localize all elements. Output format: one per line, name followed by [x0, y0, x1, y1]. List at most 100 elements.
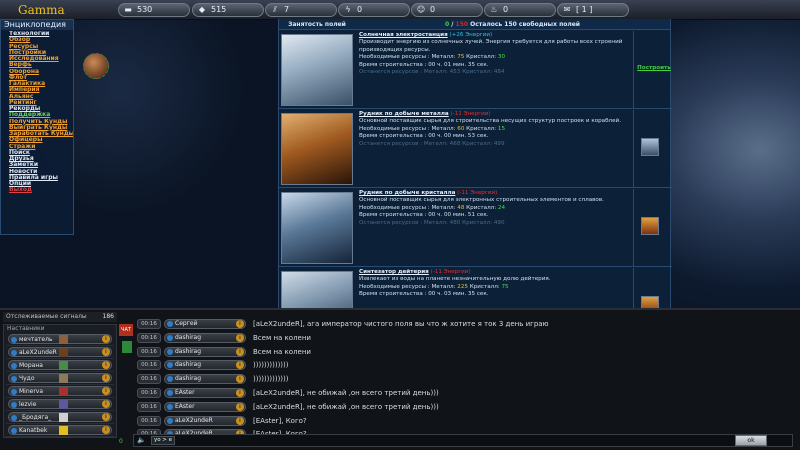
- build-button[interactable]: Построить: [636, 65, 672, 71]
- timestamp: 00:16: [137, 374, 161, 385]
- info-icon[interactable]: i: [236, 347, 244, 356]
- action-cell: Построить: [633, 31, 672, 109]
- metal-icon: ▬: [124, 5, 132, 14]
- chat-flag-icon[interactable]: ЧАТ: [119, 324, 133, 336]
- sidebar-item[interactable]: Выход: [9, 187, 73, 193]
- mentor-pill[interactable]: Kanatbek i: [8, 425, 112, 435]
- info-icon[interactable]: i: [102, 426, 110, 434]
- resource-3[interactable]: ϟ0: [338, 3, 410, 17]
- building-name[interactable]: Рудник по добыче металла: [359, 111, 449, 117]
- mentor-pill[interactable]: Чудо i: [8, 373, 112, 383]
- chat-user[interactable]: EAster i: [164, 387, 246, 398]
- mentor-row[interactable]: Чудо i: [6, 372, 114, 385]
- resource-0[interactable]: ▬ 530: [118, 3, 190, 17]
- info-icon[interactable]: i: [236, 320, 244, 328]
- building-name[interactable]: Синтезатор дейтерия: [359, 269, 429, 275]
- info-icon[interactable]: i: [236, 416, 244, 425]
- send-button[interactable]: ok: [735, 435, 767, 446]
- resource-1[interactable]: ◆ 515: [192, 3, 264, 17]
- chat-message: 00:16 EAster i [aLeX2undeR], не обижай ,он …: [137, 401, 791, 414]
- status-icon: [167, 348, 173, 355]
- mentor-row[interactable]: _Бродяга_ i: [6, 411, 114, 424]
- timestamp: 00:16: [137, 346, 161, 357]
- timestamp: 00:16: [137, 387, 161, 398]
- chat-user[interactable]: Cергей i: [164, 319, 246, 329]
- info-icon[interactable]: i: [236, 333, 244, 342]
- mentor-row[interactable]: мечтатель i: [6, 333, 114, 346]
- info-icon[interactable]: i: [102, 335, 110, 343]
- status-icon: [11, 428, 17, 434]
- info-icon[interactable]: i: [102, 374, 110, 382]
- mentor-name: lezvie: [19, 401, 37, 408]
- need-label: Необходимые ресурсы :: [359, 54, 430, 61]
- mentor-pill[interactable]: Minerva i: [8, 386, 112, 396]
- mentor-row[interactable]: aLeX2undeR i: [6, 346, 114, 359]
- resource-6[interactable]: ✉ [ 1 ]: [557, 3, 629, 17]
- need-label: Необходимые ресурсы :: [359, 204, 430, 211]
- queue-icon[interactable]: [641, 217, 659, 235]
- buildings-panel: Занятость полей 0 / 150 Осталось 150 сво…: [278, 19, 672, 346]
- resources-left: Останется ресурсов : Металл: 453 Кристал…: [359, 69, 505, 76]
- info-icon[interactable]: i: [236, 402, 244, 411]
- resource-value: 7: [284, 5, 290, 14]
- chat-user[interactable]: dashirag i: [164, 332, 246, 343]
- crystal-label: Кристалл:: [466, 204, 497, 211]
- status-icon: [11, 350, 17, 356]
- mentor-pill[interactable]: Морана i: [8, 360, 112, 370]
- status-icon: [11, 376, 17, 382]
- chat-message: 00:16 dashirag i Всем на колени: [137, 346, 791, 359]
- resource-value: 530: [137, 5, 153, 14]
- chat-user[interactable]: dashirag i: [164, 374, 246, 385]
- mentor-pill[interactable]: мечтатель i: [8, 334, 112, 344]
- avatar: [59, 335, 68, 344]
- avatar: [59, 413, 68, 422]
- building-name[interactable]: Рудник по добыче кристалла: [359, 190, 455, 196]
- timestamp: 00:16: [137, 401, 161, 412]
- fuel-icon: ♨: [490, 5, 498, 14]
- building-name[interactable]: Солнечная электростанция: [359, 32, 448, 38]
- resource-2[interactable]: ⫽ 7: [265, 3, 337, 17]
- info-icon[interactable]: i: [236, 361, 244, 370]
- mentor-row[interactable]: Minerva i: [6, 385, 114, 398]
- info-icon[interactable]: i: [102, 413, 110, 421]
- info-icon[interactable]: i: [102, 387, 110, 395]
- mentor-pill[interactable]: aLeX2undeR i: [8, 347, 112, 357]
- crystal-label: Кристалл:: [469, 283, 500, 290]
- planet-thumbnail[interactable]: [83, 53, 109, 79]
- info-icon[interactable]: i: [102, 400, 110, 408]
- chat-user[interactable]: dashirag i: [164, 346, 246, 357]
- chat-user[interactable]: EAster i: [164, 401, 246, 412]
- building-desc: Основной поставщик сырья для электронных…: [359, 197, 604, 204]
- chat-user[interactable]: dashirag i: [164, 360, 246, 371]
- chat-user[interactable]: aLeX2undeR i: [164, 415, 246, 426]
- info-icon[interactable]: i: [236, 375, 244, 384]
- mentor-name: aLeX2undeR: [19, 349, 57, 356]
- queue-icon[interactable]: [641, 138, 659, 156]
- resources-left: Останется ресурсов : Металл: 480 Кристал…: [359, 219, 505, 226]
- mentor-pill[interactable]: lezvie i: [8, 399, 112, 409]
- resource-4[interactable]: ☺ 0: [411, 3, 483, 17]
- mentor-row[interactable]: Kanatbek i: [6, 424, 114, 437]
- building-image[interactable]: [281, 34, 353, 106]
- resource-5[interactable]: ♨ 0: [484, 3, 556, 17]
- mentor-row[interactable]: lezvie i: [6, 398, 114, 411]
- fields-status: 0 / 150 Осталось 150 свободных полей: [444, 21, 581, 28]
- channel-select[interactable]: yo > e: [151, 436, 175, 445]
- info-icon[interactable]: i: [102, 348, 110, 356]
- build-time: Время строительства : 00 ч. 01 мин. 35 с…: [359, 61, 489, 68]
- mentor-name: Морана: [19, 362, 43, 369]
- status-icon: [167, 417, 173, 424]
- channel-tab[interactable]: [122, 341, 132, 353]
- mentor-row[interactable]: Морана i: [6, 359, 114, 372]
- user-name: dashirag: [175, 347, 202, 355]
- info-icon[interactable]: i: [236, 388, 244, 397]
- chat-message: 00:16 Cергей i [aLeX2undeR], ага император …: [137, 318, 791, 331]
- building-info: Синтезатор дейтерия (-11 Энергии) Извлека…: [359, 269, 631, 299]
- building-image[interactable]: [281, 192, 353, 264]
- building-info: Рудник по добыче кристалла (-11 Энергии)…: [359, 190, 631, 227]
- mentor-pill[interactable]: _Бродяга_ i: [8, 412, 112, 422]
- info-icon[interactable]: i: [102, 361, 110, 369]
- speaker-icon[interactable]: 🔈: [137, 436, 149, 445]
- chat-input-bar[interactable]: 🔈 yo > e: [133, 434, 793, 447]
- building-image[interactable]: [281, 113, 353, 185]
